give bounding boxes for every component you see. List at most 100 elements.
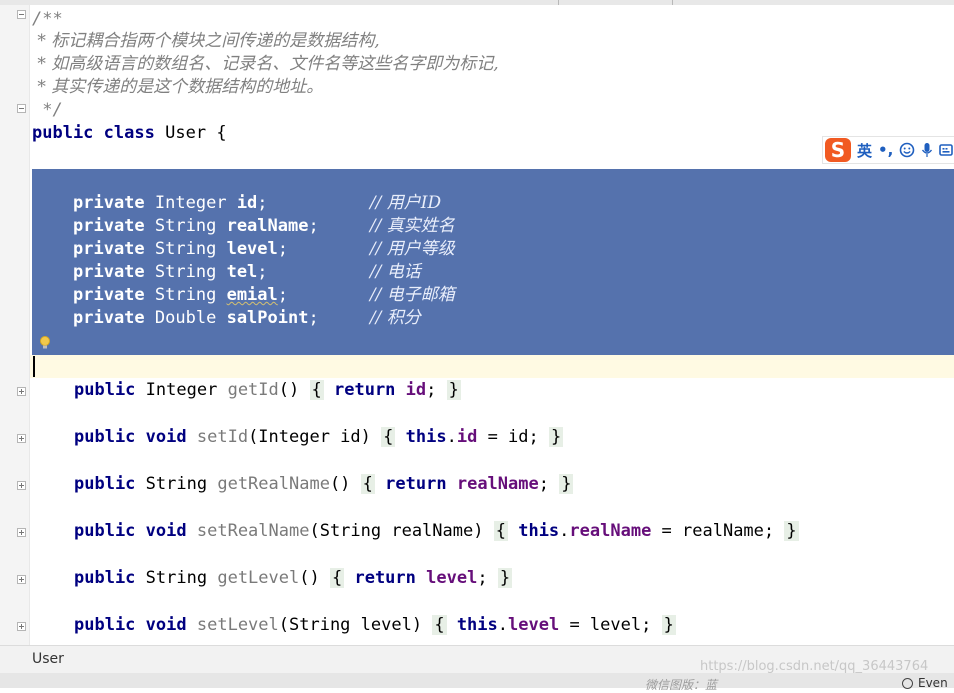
field-reference: level xyxy=(508,615,560,635)
keyword-public: public xyxy=(74,568,136,588)
doc-comment-line: * 标记耦合指两个模块之间传递的是数据结构, xyxy=(32,31,380,51)
method-declaration: public void setLevel(String level) { thi… xyxy=(74,614,676,637)
method-name: getId xyxy=(227,380,279,400)
keyword-public: public xyxy=(74,427,136,447)
field-type: String xyxy=(154,239,217,259)
doc-comment-close: */ xyxy=(32,100,63,120)
field-type: String xyxy=(154,216,217,236)
field-type: String xyxy=(154,285,217,305)
ime-punctuation-toggle[interactable]: •, xyxy=(878,141,893,159)
microphone-icon[interactable] xyxy=(921,142,933,158)
folded-brace-close[interactable]: } xyxy=(446,380,461,400)
field-type: Double xyxy=(154,308,217,328)
field-name: tel xyxy=(226,262,258,282)
folded-brace-open[interactable]: { xyxy=(329,568,345,588)
field-name: id xyxy=(236,193,258,213)
statement-rest: = id; xyxy=(477,427,539,447)
return-type: String xyxy=(145,474,208,494)
keyword-private: private xyxy=(73,216,145,236)
folded-brace-open[interactable]: { xyxy=(360,474,375,494)
folded-brace-open[interactable]: { xyxy=(381,427,396,447)
breadcrumb-class[interactable]: User xyxy=(32,651,64,667)
fold-expand-icon[interactable] xyxy=(17,434,26,443)
sogou-logo[interactable]: S xyxy=(825,138,851,162)
selected-code-block[interactable]: private Integer id; // 用户ID private Strin… xyxy=(32,169,954,355)
field-name: realName xyxy=(226,216,309,236)
return-type: void xyxy=(145,615,187,635)
class-name: User xyxy=(165,123,207,143)
method-params: () xyxy=(329,474,351,494)
method-params: () xyxy=(278,380,300,400)
field-comment: // 用户等级 xyxy=(369,239,455,259)
field-reference: realName xyxy=(569,521,652,541)
return-type: void xyxy=(145,427,187,447)
field-reference: id xyxy=(405,380,427,400)
keyword-public: public xyxy=(74,615,136,635)
folded-brace-close[interactable]: } xyxy=(661,615,676,635)
statement-rest: ; xyxy=(477,568,488,588)
method-keyword: this xyxy=(405,427,447,447)
field-comment: // 电子邮箱 xyxy=(369,285,455,305)
text-caret xyxy=(33,356,35,377)
field-name: level xyxy=(226,239,278,259)
member-access: . xyxy=(559,521,570,541)
return-type: void xyxy=(145,521,187,541)
doc-comment-line: * 如高级语言的数组名、记录名、文件名等这些名字即为标记, xyxy=(32,54,499,74)
keyword-public: public xyxy=(74,474,136,494)
member-access: . xyxy=(497,615,509,635)
field-declaration: private String tel; // 电话 xyxy=(73,262,421,282)
field-type: String xyxy=(154,262,217,282)
field-declaration: private Double salPoint; // 积分 xyxy=(73,308,421,328)
method-params: (String realName) xyxy=(309,521,484,541)
folded-brace-open[interactable]: { xyxy=(309,380,324,400)
field-comment: // 积分 xyxy=(369,308,421,328)
keyword-class: class xyxy=(103,123,155,143)
return-type: Integer xyxy=(145,380,218,400)
method-declaration: public void setId(Integer id) { this.id … xyxy=(74,426,564,449)
fold-doc-comment-icon[interactable] xyxy=(17,10,26,19)
folded-brace-close[interactable]: } xyxy=(497,568,513,588)
bottom-status-strip xyxy=(0,673,954,688)
fold-expand-icon[interactable] xyxy=(17,622,26,631)
method-name: setId xyxy=(196,427,249,447)
fold-expand-icon[interactable] xyxy=(17,575,26,584)
field-declaration: private String emial; // 电子邮箱 xyxy=(73,285,455,305)
folded-brace-close[interactable]: } xyxy=(559,474,574,494)
method-keyword: return xyxy=(354,568,416,588)
statement-rest: = realName; xyxy=(651,521,775,541)
watermark-url: https://blog.csdn.net/qq_36443764 xyxy=(700,659,929,674)
method-params: () xyxy=(299,568,320,588)
fold-expand-icon[interactable] xyxy=(17,481,26,490)
smiley-icon[interactable] xyxy=(899,142,915,158)
field-comment: // 用户ID xyxy=(369,193,442,213)
field-comment: // 电话 xyxy=(369,262,421,282)
field-name: salPoint xyxy=(226,308,309,328)
field-type: Integer xyxy=(154,193,227,213)
keyword-private: private xyxy=(73,239,145,259)
fold-expand-icon[interactable] xyxy=(17,387,26,396)
doc-comment-line: * 其实传递的是这个数据结构的地址。 xyxy=(32,77,324,97)
method-keyword: this xyxy=(456,615,498,635)
ime-toolbar[interactable]: S 英 •, xyxy=(822,136,954,164)
keyboard-icon[interactable] xyxy=(939,143,954,157)
editor-gutter[interactable] xyxy=(0,5,30,645)
folded-brace-open[interactable]: { xyxy=(432,615,447,635)
method-name: setLevel xyxy=(196,615,279,635)
ime-language-toggle[interactable]: 英 xyxy=(857,140,872,161)
folded-brace-open[interactable]: { xyxy=(493,521,508,541)
class-declaration: public class User { xyxy=(32,122,227,145)
folded-brace-close[interactable]: } xyxy=(784,521,799,541)
event-log-icon xyxy=(902,678,913,689)
lightbulb-icon[interactable] xyxy=(39,336,51,350)
fold-doc-comment-end-icon[interactable] xyxy=(17,104,26,113)
field-name: emial xyxy=(226,285,278,305)
open-brace: { xyxy=(216,123,227,143)
method-keyword: this xyxy=(518,521,560,541)
fold-expand-icon[interactable] xyxy=(17,528,26,537)
folded-brace-close[interactable]: } xyxy=(549,427,564,447)
keyword-private: private xyxy=(73,285,145,305)
keyword-private: private xyxy=(73,308,145,328)
method-declaration: public Integer getId() { return id; } xyxy=(74,379,461,402)
return-type: String xyxy=(145,568,208,588)
method-name: setRealName xyxy=(196,521,310,541)
